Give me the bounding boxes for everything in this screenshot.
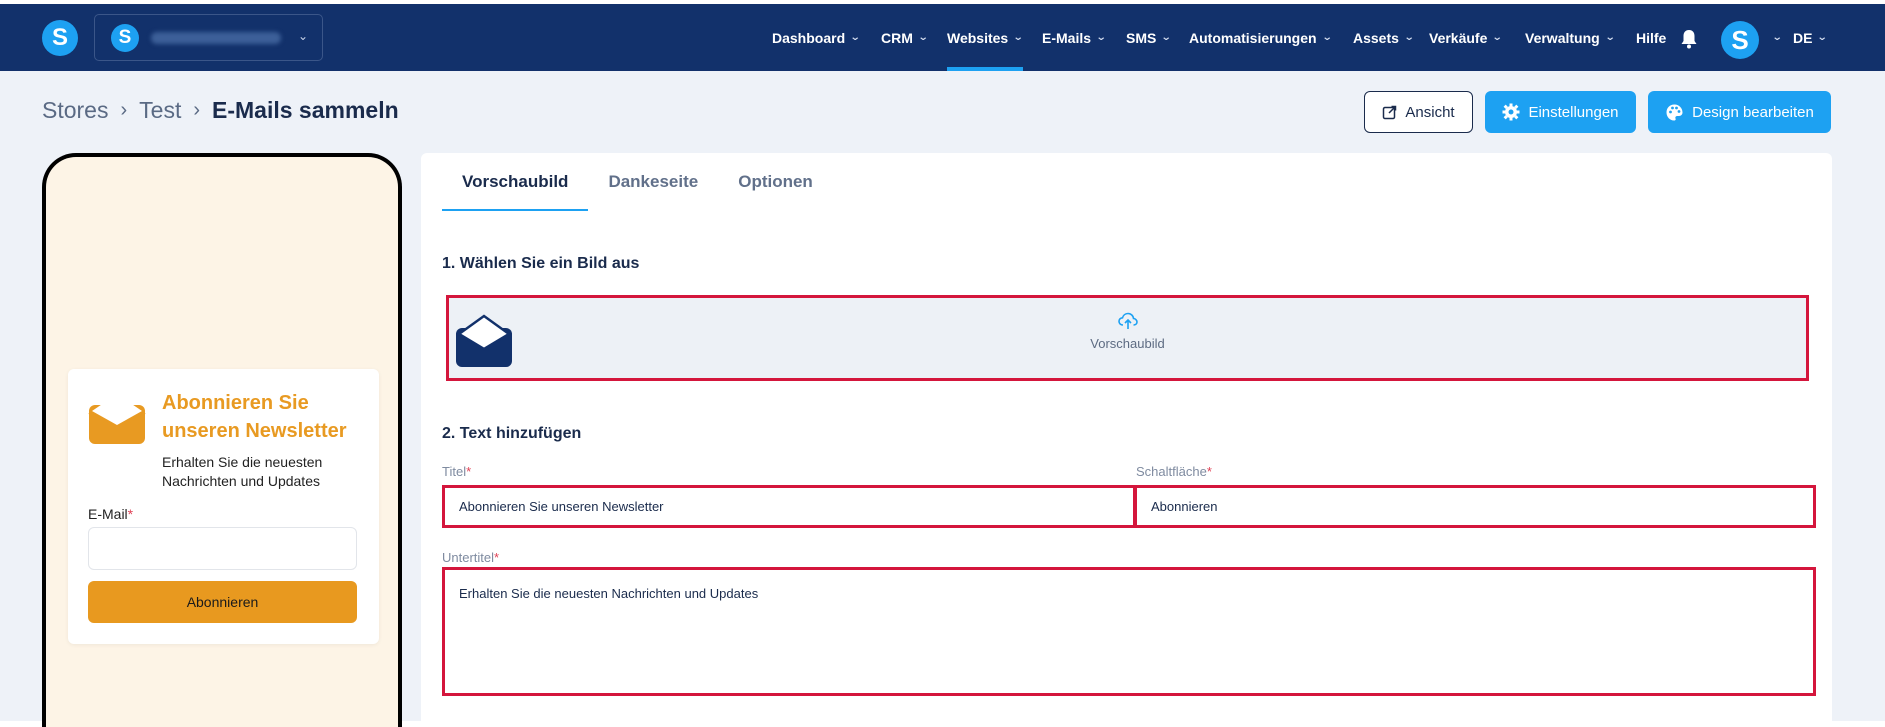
tab-optionen[interactable]: Optionen — [718, 153, 833, 211]
nav-item-verkaeufe[interactable]: Verkäufe ⌄ — [1429, 4, 1504, 71]
title-field-label: Titel* — [442, 464, 471, 479]
image-upload-box[interactable]: Vorschaubild — [446, 295, 1809, 381]
nav-item-label: Dashboard — [772, 29, 846, 46]
chevron-right-icon: › — [193, 99, 201, 121]
editor-tabs: Vorschaubild Dankeseite Optionen — [442, 153, 833, 211]
breadcrumb-item-stores[interactable]: Stores — [42, 97, 108, 124]
cloud-upload-icon — [1117, 312, 1138, 329]
email-field[interactable] — [88, 527, 357, 570]
required-mark: * — [494, 550, 500, 565]
chevron-down-icon: ⌄ — [1321, 32, 1333, 43]
newsletter-preview-card: Abonnieren Sie unseren Newsletter Erhalt… — [68, 369, 379, 644]
chevron-down-icon: ⌄ — [1403, 32, 1415, 43]
nav-item-hilfe[interactable]: Hilfe — [1636, 4, 1666, 71]
title-label-text: Titel — [442, 464, 467, 479]
newsletter-preview-title: Abonnieren Sie unseren Newsletter — [162, 392, 347, 442]
top-nav-bar: S S ⌄ Dashboard ⌄ CRM ⌄ Websites ⌄ E-Mails ⌄… — [0, 4, 1885, 71]
nav-item-crm[interactable]: CRM ⌄ — [881, 4, 929, 71]
newsletter-preview-subtitle: Erhalten Sie die neuesten Nachrichten un… — [162, 454, 323, 489]
nav-item-verwaltung[interactable]: Verwaltung ⌄ — [1525, 4, 1616, 71]
chevron-down-icon: ⌄ — [1817, 32, 1829, 43]
breadcrumb-item-test[interactable]: Test — [139, 97, 181, 124]
nav-item-label: SMS — [1126, 29, 1157, 46]
section-title-text: 2. Text hinzufügen — [442, 425, 582, 442]
envelope-icon — [88, 394, 146, 444]
nav-item-label: Verkäufe — [1429, 29, 1488, 46]
external-link-icon — [1383, 105, 1397, 119]
account-logo: S — [111, 23, 139, 52]
nav-item-label: Automatisierungen — [1189, 29, 1317, 46]
tab-vorschaubild[interactable]: Vorschaubild — [442, 153, 589, 211]
settings-button[interactable]: Einstellungen — [1485, 91, 1636, 133]
bell-icon[interactable] — [1680, 29, 1698, 49]
language-selector[interactable]: DE ⌄ — [1793, 4, 1829, 71]
required-mark: * — [466, 464, 472, 479]
chevron-down-icon: ⌄ — [1604, 32, 1616, 43]
subscribe-button[interactable]: Abonnieren — [88, 581, 357, 623]
page-title: E-Mails sammeln — [212, 97, 399, 123]
chevron-down-icon: ⌄ — [1161, 32, 1172, 43]
avatar-menu-toggle[interactable]: ⌄ — [1767, 4, 1783, 71]
upload-label: Vorschaubild — [1090, 336, 1165, 351]
chevron-down-icon: ⌄ — [1492, 32, 1504, 43]
nav-item-label: Assets — [1353, 29, 1399, 46]
section-title-image: 1. Wählen Sie ein Bild aus — [442, 255, 640, 272]
account-name-redacted — [151, 31, 281, 44]
button-text-label-text: Schaltfläche — [1136, 464, 1207, 479]
nav-item-websites[interactable]: Websites ⌄ — [947, 4, 1024, 71]
nav-item-label: E-Mails — [1042, 29, 1092, 46]
nav-item-label: Verwaltung — [1525, 29, 1600, 46]
email-field-label: E-Mail* — [88, 506, 133, 522]
required-mark: * — [1206, 464, 1212, 479]
nav-item-label: Hilfe — [1636, 29, 1667, 46]
user-avatar[interactable]: S — [1721, 21, 1759, 59]
nav-item-dashboard[interactable]: Dashboard ⌄ — [772, 4, 861, 71]
page-content: Stores › Test › E-Mails sammeln Ansicht — [0, 71, 1885, 727]
chevron-right-icon: › — [120, 99, 128, 121]
nav-item-label: Websites — [947, 29, 1009, 46]
edit-design-button[interactable]: Design bearbeiten — [1648, 91, 1831, 133]
breadcrumb: Stores › Test › E-Mails sammeln — [42, 97, 399, 124]
title-input[interactable]: Abonnieren Sie unseren Newsletter — [442, 485, 1136, 528]
subtitle-field-label: Untertitel* — [442, 550, 499, 565]
language-label: DE — [1793, 29, 1813, 46]
upload-prompt: Vorschaubild — [449, 312, 1806, 351]
chevron-down-icon: ⌄ — [917, 32, 929, 43]
tab-dankeseite[interactable]: Dankeseite — [588, 153, 718, 211]
nav-item-sms[interactable]: SMS ⌄ — [1126, 4, 1172, 71]
required-mark: * — [127, 506, 134, 522]
view-button-label: Ansicht — [1405, 103, 1455, 121]
chevron-down-icon: ⌄ — [297, 29, 308, 43]
edit-design-button-label: Design bearbeiten — [1692, 103, 1814, 121]
chevron-down-icon: ⌄ — [1771, 32, 1783, 43]
nav-item-automatisierungen[interactable]: Automatisierungen ⌄ — [1189, 4, 1333, 71]
chevron-down-icon: ⌄ — [1012, 32, 1024, 43]
view-button[interactable]: Ansicht — [1364, 91, 1473, 133]
chevron-down-icon: ⌄ — [1095, 32, 1107, 43]
button-text-field-label: Schaltfläche* — [1136, 464, 1212, 479]
editor-panel: Vorschaubild Dankeseite Optionen 1. Wähl… — [421, 153, 1832, 727]
settings-button-label: Einstellungen — [1528, 103, 1619, 121]
subtitle-label-text: Untertitel — [442, 550, 495, 565]
account-selector[interactable]: S ⌄ — [94, 14, 323, 61]
subtitle-textarea[interactable]: Erhalten Sie die neuesten Nachrichten un… — [442, 567, 1816, 696]
palette-icon — [1666, 104, 1683, 120]
button-text-input[interactable]: Abonnieren — [1134, 485, 1816, 528]
mobile-preview: Abonnieren Sie unseren Newsletter Erhalt… — [42, 153, 402, 727]
gear-icon — [1502, 103, 1520, 121]
nav-item-emails[interactable]: E-Mails ⌄ — [1042, 4, 1107, 71]
chevron-down-icon: ⌄ — [849, 32, 861, 43]
nav-item-label: CRM — [881, 29, 913, 46]
nav-item-assets[interactable]: Assets ⌄ — [1353, 4, 1415, 71]
email-label-text: E-Mail — [88, 506, 128, 522]
app-window: S S ⌄ Dashboard ⌄ CRM ⌄ Websites ⌄ E-Mails ⌄… — [0, 0, 1885, 727]
app-logo[interactable]: S — [42, 20, 78, 56]
